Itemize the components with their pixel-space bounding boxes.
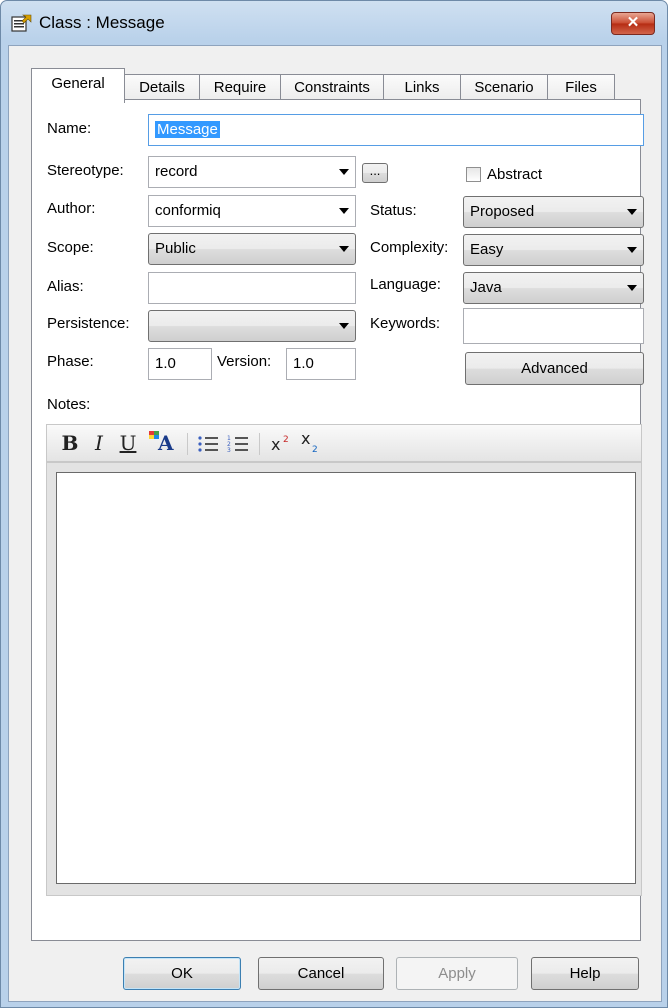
ok-button[interactable]: OK: [123, 957, 241, 990]
chevron-down-icon[interactable]: [627, 247, 637, 253]
status-label: Status:: [370, 202, 417, 219]
close-icon: ✕: [626, 14, 640, 31]
stereotype-value: record: [155, 163, 198, 180]
close-button[interactable]: ✕: [611, 12, 655, 35]
class-properties-icon: [11, 14, 32, 32]
svg-text:x: x: [271, 435, 280, 454]
abstract-checkbox[interactable]: [466, 167, 481, 182]
scope-value: Public: [155, 240, 196, 257]
notes-editor[interactable]: [56, 472, 636, 884]
tab-require[interactable]: Require: [199, 74, 281, 101]
superscript-icon[interactable]: x 2: [269, 432, 293, 456]
stereotype-label: Stereotype:: [47, 162, 124, 179]
font-color-button[interactable]: A: [149, 428, 175, 458]
subscript-icon[interactable]: x 2: [299, 430, 323, 454]
underline-button[interactable]: U: [119, 428, 137, 458]
scope-dropdown[interactable]: Public: [148, 233, 356, 265]
svg-text:2: 2: [283, 435, 289, 445]
help-button[interactable]: Help: [531, 957, 639, 990]
toolbar-separator: [259, 433, 260, 455]
persistence-dropdown[interactable]: [148, 310, 356, 342]
bold-button[interactable]: B: [61, 428, 79, 458]
tab-details[interactable]: Details: [124, 74, 200, 101]
language-value: Java: [470, 279, 502, 296]
tab-general[interactable]: General: [31, 68, 125, 103]
author-combo[interactable]: conformiq: [148, 195, 356, 227]
scope-label: Scope:: [47, 239, 94, 256]
tab-constraints[interactable]: Constraints: [280, 74, 384, 101]
phase-field[interactable]: 1.0: [148, 348, 212, 380]
name-value: Message: [155, 121, 220, 138]
complexity-label: Complexity:: [370, 239, 449, 256]
name-field[interactable]: Message: [148, 114, 644, 146]
tab-links[interactable]: Links: [383, 74, 461, 101]
toolbar-separator: [187, 433, 188, 455]
chevron-down-icon[interactable]: [627, 209, 637, 215]
chevron-down-icon[interactable]: [339, 208, 349, 214]
notes-label: Notes:: [47, 396, 91, 413]
italic-button[interactable]: I: [91, 428, 107, 458]
status-dropdown[interactable]: Proposed: [463, 196, 644, 228]
abstract-label: Abstract: [487, 166, 543, 183]
title-bar[interactable]: Class : Message ✕: [1, 1, 667, 45]
language-dropdown[interactable]: Java: [463, 272, 644, 304]
chevron-down-icon[interactable]: [627, 285, 637, 291]
svg-text:x: x: [301, 430, 310, 448]
bullet-list-icon[interactable]: [197, 434, 219, 454]
cancel-button[interactable]: Cancel: [258, 957, 384, 990]
persistence-label: Persistence:: [47, 315, 130, 332]
chevron-down-icon[interactable]: [339, 246, 349, 252]
advanced-button[interactable]: Advanced: [465, 352, 644, 385]
svg-text:3: 3: [227, 447, 231, 454]
notes-toolbar: B I U A 1 2 3 x 2 x 2: [46, 424, 642, 462]
complexity-dropdown[interactable]: Easy: [463, 234, 644, 266]
name-label: Name:: [47, 120, 92, 137]
tab-scenario[interactable]: Scenario: [460, 74, 548, 101]
status-value: Proposed: [470, 203, 535, 220]
window-title: Class : Message: [39, 13, 165, 32]
keywords-field[interactable]: [463, 308, 644, 344]
version-field[interactable]: 1.0: [286, 348, 356, 380]
author-label: Author:: [47, 200, 96, 217]
language-label: Language:: [370, 276, 441, 293]
tab-files[interactable]: Files: [547, 74, 615, 101]
complexity-value: Easy: [470, 241, 504, 258]
svg-text:2: 2: [312, 445, 318, 454]
numbered-list-icon[interactable]: 1 2 3: [227, 434, 249, 454]
chevron-down-icon[interactable]: [339, 169, 349, 175]
stereotype-combo[interactable]: record: [148, 156, 356, 188]
chevron-down-icon[interactable]: [339, 323, 349, 329]
version-label: Version:: [217, 353, 272, 370]
alias-label: Alias:: [47, 278, 84, 295]
phase-label: Phase:: [47, 353, 94, 370]
keywords-label: Keywords:: [370, 315, 441, 332]
author-value: conformiq: [155, 202, 221, 219]
apply-button[interactable]: Apply: [396, 957, 518, 990]
alias-field[interactable]: [148, 272, 356, 304]
stereotype-browse-button[interactable]: ...: [362, 163, 388, 183]
